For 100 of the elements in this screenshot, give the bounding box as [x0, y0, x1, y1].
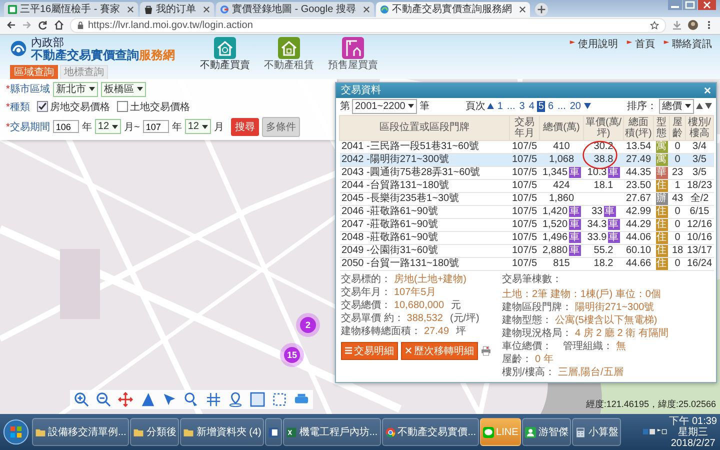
- table-row[interactable]: 2049 -公園街31~60號 107/5 2,880 車 55.2 60.10 住 18 13/17: [340, 244, 714, 258]
- table-row[interactable]: 2043 -圓通街75巷28弄31~60號 107/5 1,345 車 10.3 車 44.35 華 23 3/5: [340, 166, 714, 180]
- start-button[interactable]: [3, 419, 29, 446]
- avatar-icon[interactable]: [688, 20, 698, 30]
- tray-icons-drawing[interactable]: [643, 428, 668, 436]
- total-price: 1,496: [542, 232, 568, 243]
- page-link[interactable]: 4: [528, 100, 536, 112]
- district-select[interactable]: 板橋區: [100, 82, 146, 97]
- range-select[interactable]: 2001~2200: [352, 98, 418, 114]
- down-triangle-icon[interactable]: [584, 103, 591, 110]
- unit-price: 10.3: [587, 166, 607, 178]
- download-icon[interactable]: [672, 20, 682, 30]
- close-icon[interactable]: [518, 6, 526, 13]
- reload-icon[interactable]: [38, 20, 48, 30]
- taskbar-button[interactable]: [265, 418, 282, 446]
- column-header[interactable]: 總價(萬): [540, 115, 584, 140]
- page-link[interactable]: ...: [506, 100, 516, 112]
- address-field[interactable]: https://lvr.land.moi.gov.tw/login.action: [70, 18, 666, 33]
- browser-tab[interactable]: 實價登錄地圖 - Google 搜尋: [216, 2, 374, 17]
- browser-tab[interactable]: 不動產交易實價查詢服務網: [376, 2, 530, 17]
- floor-text: 6/15: [690, 206, 710, 217]
- city-select[interactable]: 新北市: [52, 82, 98, 97]
- maximize-icon[interactable]: [683, 0, 697, 10]
- column-header[interactable]: 屋齡: [670, 115, 686, 140]
- table-row[interactable]: 2047 -莊敬路61~90號 107/5 1,520 車 34.3 車 44.29 住 0 12/16: [340, 218, 714, 232]
- arrow-cursor-icon[interactable]: [162, 392, 177, 408]
- sort-select[interactable]: 總價: [659, 98, 694, 114]
- column-header[interactable]: 型態: [654, 115, 670, 140]
- taskbar-button[interactable]: 游智傑: [522, 418, 572, 446]
- year-input[interactable]: 106: [52, 120, 79, 134]
- checkbox[interactable]: [36, 101, 48, 112]
- month-text: 107/5: [512, 192, 538, 204]
- table-row[interactable]: 2045 -長樂街235巷1~30號 107/5 1,860 27.67 辦 43 全/2: [340, 192, 714, 206]
- table-row[interactable]: 2048 -莊敬路61~90號 107/5 1,496 車 33.9 車 44.06 住 0 10/16: [340, 231, 714, 244]
- header-link[interactable]: 聯絡資訊: [663, 36, 712, 51]
- table-row[interactable]: 2044 -台貿路131~180號 107/5 424 18.1 23.50 住 1 18/23: [340, 179, 714, 192]
- column-header[interactable]: 樓別/樓高: [686, 115, 714, 140]
- table-row[interactable]: 2041 -三民路一段51巷31~60號 107/5 410 30.2 13.54 寓 0 3/4: [340, 140, 714, 154]
- table-row[interactable]: 2050 -台貿一路131~180號 107/5 815 18.2 44.66 住 0 16/24: [340, 257, 714, 270]
- month-select[interactable]: 12: [94, 119, 122, 134]
- new-tab-icon[interactable]: [534, 2, 548, 16]
- select-frame-icon[interactable]: [250, 392, 265, 408]
- up-triangle-icon[interactable]: [696, 103, 703, 110]
- more-conditions-button[interactable]: 多條件: [262, 116, 300, 137]
- browser-tab[interactable]: 我的订单: [140, 2, 214, 17]
- category-tab[interactable]: 不動產租賃: [264, 36, 314, 79]
- move-icon[interactable]: [118, 392, 133, 408]
- age-text: 23: [672, 166, 684, 178]
- column-header[interactable]: 區段位置或區段門牌: [340, 115, 510, 140]
- zoom-in-icon[interactable]: [74, 392, 89, 408]
- category-tab[interactable]: 預售屋買賣: [328, 36, 378, 79]
- up-triangle-icon[interactable]: [487, 103, 494, 110]
- coordinates-text: 經度:121.46195，緯度:25.02566: [586, 398, 716, 412]
- unit-text: 年: [172, 120, 182, 134]
- star-icon[interactable]: [650, 20, 659, 30]
- checkbox[interactable]: [116, 101, 128, 112]
- browser-tab[interactable]: 三平16屬恆檢手 - 賽家: [4, 2, 138, 17]
- page-link[interactable]: 1: [496, 100, 504, 112]
- location-pin-icon[interactable]: [228, 392, 243, 408]
- column-header[interactable]: 單價(萬/坪): [584, 115, 624, 140]
- area-text: 44.35: [626, 166, 652, 178]
- month-select[interactable]: 12: [184, 119, 211, 134]
- page-link[interactable]: 3: [518, 100, 526, 112]
- page-link[interactable]: 20: [568, 100, 582, 112]
- page-link[interactable]: 6: [546, 100, 555, 112]
- taskbar-button[interactable]: 不動產交易實價...: [382, 418, 480, 446]
- cone-icon[interactable]: [140, 392, 155, 408]
- month-text: 107/5: [512, 232, 538, 243]
- taskbar-button[interactable]: 設備移交清單例...: [32, 418, 130, 446]
- taskbar-button[interactable]: 新增資料夾 (4): [180, 418, 264, 446]
- back-icon[interactable]: [6, 20, 16, 30]
- dashed-frame-icon[interactable]: [272, 392, 287, 408]
- detail-label: 屋齡：: [502, 354, 532, 366]
- home-icon[interactable]: [54, 20, 64, 30]
- column-header[interactable]: 總面積(坪): [624, 115, 654, 140]
- close-icon[interactable]: [203, 6, 210, 13]
- list-icon: [345, 347, 352, 354]
- page-link[interactable]: 5: [537, 100, 545, 112]
- close-icon[interactable]: [362, 6, 370, 13]
- page-link[interactable]: ...: [556, 100, 567, 112]
- taskbar-button[interactable]: 機電工程戶內坊...: [283, 418, 381, 446]
- month-text: 107/5: [512, 140, 538, 152]
- taskbar-button[interactable]: 小算盤: [572, 418, 622, 446]
- table-row[interactable]: 2046 -莊敬路61~90號 107/5 1,420 車 33 車 42.99 住 0 6/15: [340, 205, 714, 218]
- close-icon[interactable]: [127, 6, 134, 13]
- type-badge: 寓: [656, 140, 668, 153]
- grid-lines-icon[interactable]: [206, 392, 221, 408]
- table-row[interactable]: 2042 -陽明街271~300號 107/5 1,068 38.8 27.49 寓 0 3/5: [340, 153, 714, 166]
- search-button[interactable]: 搜尋: [231, 118, 259, 136]
- minimize-icon[interactable]: [668, 0, 682, 10]
- header-link[interactable]: 首頁: [626, 36, 655, 51]
- header-link[interactable]: 使用說明: [569, 36, 618, 51]
- location-text: 2044 -台貿路131~180號: [342, 180, 450, 191]
- taskbar-button[interactable]: 分類後: [130, 418, 180, 446]
- column-header[interactable]: 交易年月: [510, 115, 540, 140]
- clock[interactable]: 下午 01:39 星期三 2018/2/27: [669, 416, 717, 449]
- close-icon[interactable]: [698, 0, 716, 10]
- down-triangle-icon[interactable]: [705, 103, 712, 110]
- zoom-out-icon[interactable]: [96, 392, 111, 408]
- year-input[interactable]: 107: [142, 120, 169, 134]
